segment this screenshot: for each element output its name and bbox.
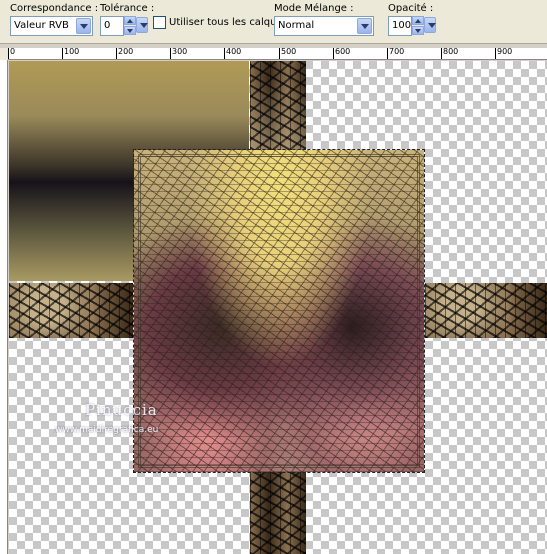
ruler-tick [116,48,117,59]
ruler-label: 500 [281,48,297,56]
match-mode-label: Correspondance : [10,3,99,14]
tolerance-value: 0 [104,20,111,31]
blend-mode-select[interactable]: Normal [274,16,374,36]
ruler-tick [170,48,171,59]
spin-up-icon[interactable] [124,16,136,25]
dropdown-arrow-icon[interactable] [136,17,148,33]
ruler-tick [279,48,280,59]
spin-down-icon[interactable] [124,26,136,35]
tolerance-dropdown[interactable] [136,16,148,36]
ruler-label: 700 [389,48,405,56]
ruler-tick [333,48,334,59]
artwork-frame [138,154,420,468]
ruler-label: 800 [443,48,459,56]
match-mode-value: Valeur RVB [14,20,69,31]
tolerance-label: Tolérance : [100,3,155,14]
spin-down-icon[interactable] [412,26,424,35]
use-all-layers-checkbox[interactable] [153,16,166,29]
image-canvas[interactable]: Pinuccia www.maidiregrafica.eu [9,61,547,554]
ruler-label: 400 [226,48,242,56]
opacity-value: 100 [392,20,412,31]
ruler-label: 300 [172,48,188,56]
ruler-corner [0,48,8,60]
watermark-url: www.maidiregrafica.eu [55,425,159,435]
ruler-tick [224,48,225,59]
blend-mode-label: Mode Mélange : [274,3,354,14]
blend-mode-value: Normal [278,20,315,31]
dropdown-arrow-icon[interactable] [357,18,372,34]
right-mosaic-band [425,283,547,338]
tolerance-input[interactable]: 0 [100,16,124,36]
mosaic-artwork [133,149,425,473]
ruler-label: 200 [118,48,134,56]
dropdown-arrow-icon[interactable] [424,17,436,33]
dropdown-arrow-icon[interactable] [76,18,91,34]
left-mosaic-band [9,283,133,338]
ruler-label: 900 [497,48,513,56]
ruler-label: 100 [64,48,80,56]
match-mode-select[interactable]: Valeur RVB [10,16,93,36]
ruler-tick [387,48,388,59]
tool-options-bar: Correspondance : Valeur RVB Tolérance : … [0,0,547,44]
ruler-label: 0 [10,48,16,56]
horizontal-ruler[interactable]: 0 100 200 300 400 500 600 700 800 900 [8,48,547,60]
vertical-ruler[interactable] [0,60,8,554]
opacity-input[interactable]: 100 [388,16,412,36]
opacity-label: Opacité : [388,3,434,14]
watermark-name: Pinuccia [85,401,158,419]
ruler-tick [62,48,63,59]
use-all-layers-label: Utiliser tous les calques [169,17,288,28]
ruler-tick [8,48,9,59]
ruler-label: 600 [335,48,351,56]
ruler-tick [495,48,496,59]
opacity-dropdown[interactable] [424,16,436,36]
spin-up-icon[interactable] [412,16,424,25]
ruler-tick [441,48,442,59]
